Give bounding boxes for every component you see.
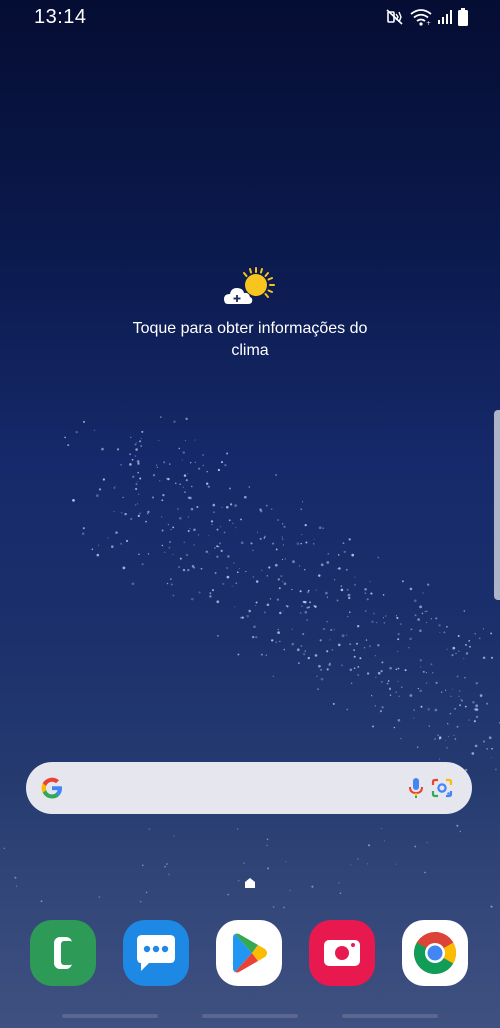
- nav-back-handle[interactable]: [342, 1014, 438, 1018]
- weather-widget[interactable]: Toque para obter informações do clima: [0, 266, 500, 362]
- home-page-indicator-icon: [244, 876, 256, 894]
- navigation-bar: [0, 1014, 500, 1020]
- weather-message: Toque para obter informações do clima: [132, 320, 368, 359]
- svg-text:+: +: [426, 20, 431, 26]
- wallpaper-stars: [3, 416, 500, 909]
- nav-home-handle[interactable]: [202, 1014, 298, 1018]
- chrome-app[interactable]: [402, 920, 468, 986]
- phone-icon: [54, 937, 73, 969]
- status-bar: 13:14 +: [0, 0, 500, 36]
- partly-sunny-cloud-add-icon: [224, 267, 275, 304]
- phone-app[interactable]: [30, 920, 96, 986]
- play-store-icon: [233, 933, 267, 973]
- camera-icon: [324, 940, 360, 966]
- cellular-signal-icon: [438, 9, 452, 25]
- edge-panel-handle[interactable]: [494, 410, 500, 600]
- chrome-icon: [413, 932, 456, 975]
- google-lens-icon[interactable]: [430, 777, 454, 804]
- app-dock: [0, 920, 500, 988]
- camera-app[interactable]: [309, 920, 375, 986]
- battery-icon: [458, 8, 468, 26]
- status-clock: 13:14: [34, 6, 87, 28]
- chat-bubble-icon: [137, 935, 175, 971]
- mute-vibrate-icon: [386, 8, 404, 26]
- google-g-icon: [40, 776, 64, 805]
- mic-icon[interactable]: [406, 776, 426, 805]
- play-store-app[interactable]: [216, 920, 282, 986]
- status-icons: +: [386, 8, 468, 26]
- nav-recents-handle[interactable]: [62, 1014, 158, 1018]
- messages-app[interactable]: [123, 920, 189, 986]
- google-search-bar[interactable]: [26, 762, 472, 814]
- wifi-icon: +: [410, 8, 432, 26]
